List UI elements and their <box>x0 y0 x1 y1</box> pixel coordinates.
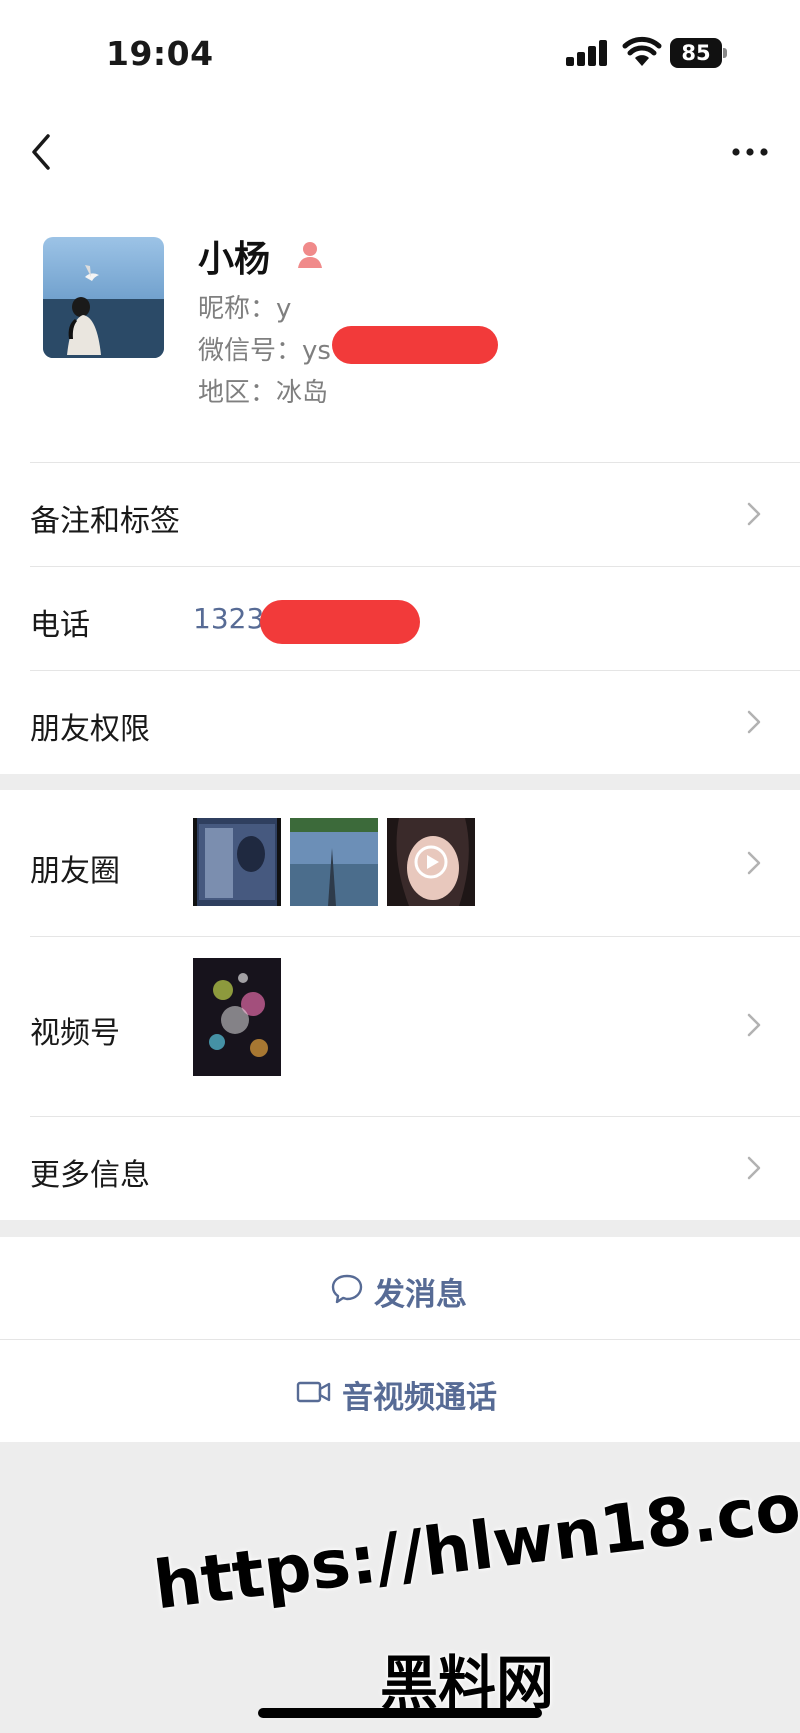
home-indicator <box>258 1708 542 1718</box>
contact-media-section: 朋友圈 视频号 更多信息 <box>0 790 800 1220</box>
channels-label: 视频号 <box>30 1016 120 1051</box>
signal-icon <box>566 40 610 66</box>
chevron-right-icon <box>747 1156 761 1180</box>
battery-icon: 85 <box>670 38 728 68</box>
profile-header: 小杨 昵称：y 微信号：ys 地区：冰岛 <box>0 200 800 462</box>
moments-video <box>387 818 475 906</box>
watermark-url: https://hlwn18.com <box>150 1460 800 1625</box>
channels-row[interactable]: 视频号 <box>0 936 800 1116</box>
chevron-right-icon <box>747 502 761 526</box>
nav-bar <box>0 110 800 200</box>
nickname-line: 昵称：y <box>198 288 291 325</box>
av-call-label: 音视频通话 <box>342 1380 497 1416</box>
nickname-value: y <box>276 294 292 324</box>
phone-row: 电话 1323 <box>0 566 800 670</box>
contact-profile-screen: 19:04 85 小杨 昵称：y 微信号：ys 地区：冰岛 备注和标签 电话 1… <box>0 0 800 1733</box>
chat-bubble-icon <box>331 1274 363 1304</box>
wechat-id-value: ys <box>302 336 331 366</box>
wechat-id-redaction <box>332 326 498 364</box>
region-line: 地区：冰岛 <box>198 372 328 409</box>
more-info-row[interactable]: 更多信息 <box>0 1116 800 1220</box>
phone-number[interactable]: 1323 <box>193 602 264 635</box>
wechat-id-label: 微信号： <box>198 336 303 366</box>
contact-settings-section: 备注和标签 电话 1323 朋友权限 <box>0 462 800 774</box>
moments-photo <box>290 818 378 906</box>
chevron-left-icon[interactable] <box>22 128 62 176</box>
send-message-label: 发消息 <box>374 1277 467 1313</box>
chevron-right-icon <box>747 1013 761 1037</box>
send-message-button[interactable]: 发消息 <box>0 1237 800 1339</box>
video-camera-icon <box>296 1381 331 1403</box>
status-bar: 19:04 85 <box>0 0 800 110</box>
wifi-icon <box>622 36 662 66</box>
gender-female-icon <box>298 242 322 268</box>
more-icon[interactable] <box>728 132 772 172</box>
moments-label: 朋友圈 <box>30 854 120 889</box>
status-time: 19:04 <box>106 34 214 73</box>
moments-photo <box>193 818 281 906</box>
phone-label: 电话 <box>30 608 90 643</box>
region-label: 地区： <box>198 378 277 408</box>
friend-permissions-label: 朋友权限 <box>30 712 150 747</box>
remarks-tags-row[interactable]: 备注和标签 <box>0 462 800 566</box>
chevron-right-icon <box>747 710 761 734</box>
moments-row[interactable]: 朋友圈 <box>0 790 800 936</box>
phone-redaction <box>260 600 420 644</box>
friend-permissions-row[interactable]: 朋友权限 <box>0 670 800 774</box>
region-value: 冰岛 <box>276 378 329 408</box>
channels-video-thumb <box>193 958 281 1076</box>
chevron-right-icon <box>747 851 761 875</box>
remarks-tags-label: 备注和标签 <box>30 504 180 539</box>
wechat-id-line: 微信号：ys <box>198 330 331 367</box>
battery-level: 85 <box>670 38 722 68</box>
more-info-label: 更多信息 <box>30 1158 150 1193</box>
av-call-button[interactable]: 音视频通话 <box>0 1340 800 1442</box>
nickname-label: 昵称： <box>198 294 277 324</box>
avatar[interactable] <box>43 237 164 358</box>
contact-name: 小杨 <box>198 239 271 280</box>
